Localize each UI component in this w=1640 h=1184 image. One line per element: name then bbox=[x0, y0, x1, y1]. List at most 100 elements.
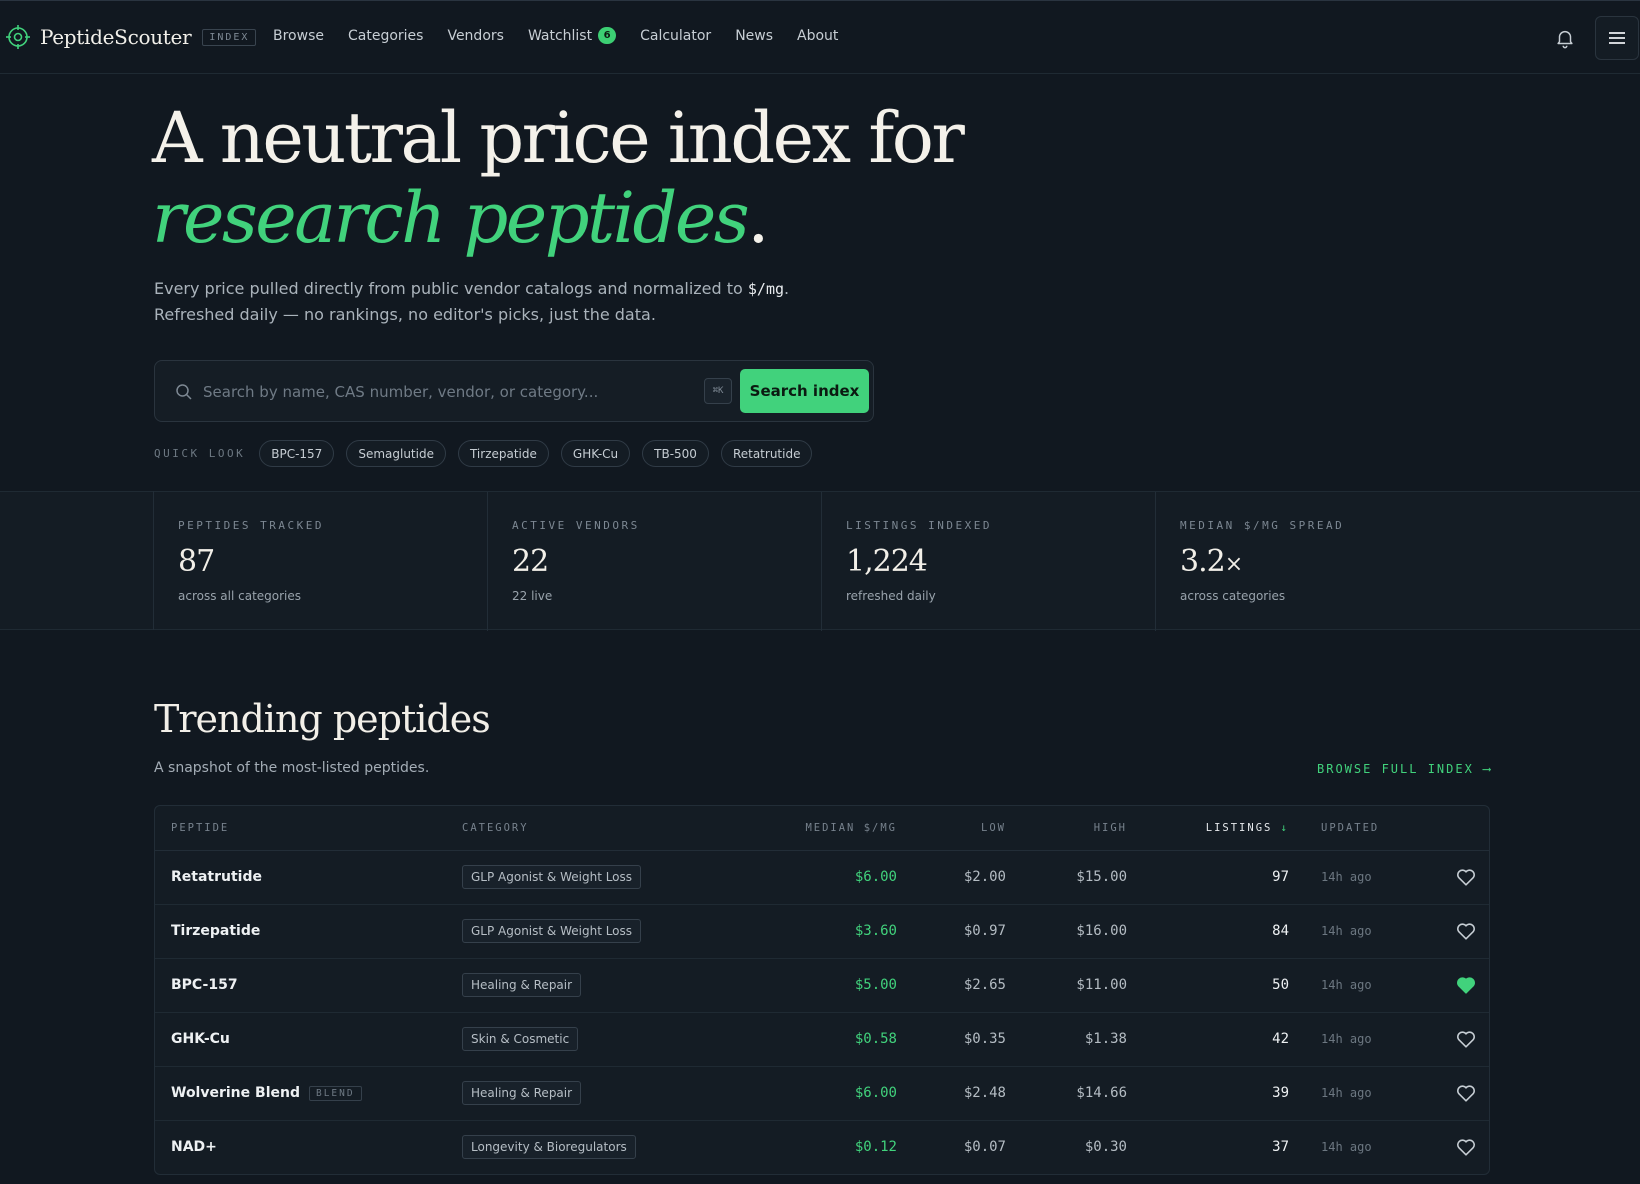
low-price: $2.00 bbox=[963, 869, 1006, 885]
category-tag[interactable]: GLP Agonist & Weight Loss bbox=[462, 865, 642, 889]
peptide-name-label: BPC-157 bbox=[171, 977, 238, 993]
category-tag[interactable]: Healing & Repair bbox=[462, 1081, 582, 1105]
nav-categories[interactable]: Categories bbox=[348, 27, 423, 44]
col-listings-label: LISTINGS bbox=[1205, 822, 1273, 834]
hero-sub-part1: Every price pulled directly from public … bbox=[154, 279, 748, 298]
listings-count: 50 bbox=[1272, 977, 1289, 993]
quick-chip-retatrutide[interactable]: Retatrutide bbox=[720, 440, 813, 467]
stat-sub: across categories bbox=[1180, 589, 1286, 603]
col-low[interactable]: LOW bbox=[981, 822, 1006, 834]
hero-title-accent: research peptides bbox=[152, 177, 750, 259]
stat-median-spread: MEDIAN $/MG SPREAD 3.2× across categorie… bbox=[1156, 492, 1490, 631]
trending-table: PEPTIDE CATEGORY MEDIAN $/MG LOW HIGH LI… bbox=[154, 805, 1490, 1175]
median-price: $6.00 bbox=[854, 1085, 897, 1101]
heart-icon[interactable] bbox=[1455, 866, 1477, 888]
stat-sub: 22 live bbox=[512, 589, 553, 603]
peptide-name-label: NAD+ bbox=[171, 1139, 217, 1155]
col-median[interactable]: MEDIAN $/MG bbox=[805, 822, 897, 834]
hero-subtitle: Every price pulled directly from public … bbox=[154, 276, 914, 328]
listings-count: 42 bbox=[1272, 1031, 1289, 1047]
stat-sub: refreshed daily bbox=[846, 589, 936, 603]
nav-watchlist[interactable]: Watchlist 6 bbox=[528, 27, 617, 44]
quick-look: QUICK LOOK BPC-157 Semaglutide Tirzepati… bbox=[154, 440, 824, 467]
quick-chip-tirzepatide[interactable]: Tirzepatide bbox=[457, 440, 549, 467]
heart-icon[interactable] bbox=[1455, 1028, 1477, 1050]
hero-sub-line2: Refreshed daily — no rankings, no editor… bbox=[154, 305, 656, 324]
stat-label: MEDIAN $/MG SPREAD bbox=[1180, 519, 1345, 532]
heart-icon[interactable] bbox=[1455, 974, 1477, 996]
table-row[interactable]: BPC-157 Healing & Repair $5.00 $2.65 $11.00 5… bbox=[155, 959, 1489, 1013]
peptide-name[interactable]: NAD+ bbox=[171, 1139, 217, 1155]
peptide-name-label: Tirzepatide bbox=[171, 923, 261, 939]
quick-chip-semaglutide[interactable]: Semaglutide bbox=[346, 440, 446, 467]
nav-about[interactable]: About bbox=[797, 27, 838, 44]
table-row[interactable]: NAD+ Longevity & Bioregulators $0.12 $0.07 $… bbox=[155, 1121, 1489, 1174]
stat-value: 22 bbox=[512, 544, 549, 579]
updated-time: 14h ago bbox=[1321, 978, 1372, 992]
search-icon bbox=[176, 384, 192, 400]
peptide-name[interactable]: Retatrutide bbox=[171, 869, 262, 885]
category-tag[interactable]: Longevity & Bioregulators bbox=[462, 1135, 636, 1159]
col-updated[interactable]: UPDATED bbox=[1321, 822, 1379, 834]
hero-sub-part2: . bbox=[784, 279, 790, 298]
heart-icon[interactable] bbox=[1455, 1082, 1477, 1104]
brand-name: PeptideScouter bbox=[40, 25, 192, 49]
peptide-name[interactable]: Wolverine Blend BLEND bbox=[171, 1085, 362, 1101]
listings-count: 37 bbox=[1272, 1139, 1289, 1155]
col-peptide[interactable]: PEPTIDE bbox=[171, 822, 229, 834]
low-price: $0.07 bbox=[963, 1139, 1006, 1155]
watchlist-count-badge: 6 bbox=[598, 27, 617, 44]
quick-chip-tb-500[interactable]: TB-500 bbox=[642, 440, 709, 467]
search-index-button[interactable]: Search index bbox=[740, 369, 869, 413]
trending-subtitle: A snapshot of the most-listed peptides. bbox=[154, 760, 430, 776]
category-tag[interactable]: Skin & Cosmetic bbox=[462, 1027, 579, 1051]
high-price: $14.66 bbox=[1076, 1085, 1127, 1101]
updated-time: 14h ago bbox=[1321, 924, 1372, 938]
peptide-name[interactable]: BPC-157 bbox=[171, 977, 238, 993]
updated-time: 14h ago bbox=[1321, 1140, 1372, 1154]
table-row[interactable]: Retatrutide GLP Agonist & Weight Loss $6.0… bbox=[155, 851, 1489, 905]
hero-sub-code: $/mg bbox=[747, 280, 785, 298]
stat-label: PEPTIDES TRACKED bbox=[178, 519, 324, 532]
hero-title-dot: . bbox=[747, 177, 769, 259]
search-bar: ⌘K Search index bbox=[154, 360, 874, 422]
menu-button[interactable] bbox=[1595, 16, 1639, 60]
peptide-name[interactable]: GHK-Cu bbox=[171, 1031, 230, 1047]
col-listings[interactable]: LISTINGS ↓ bbox=[1206, 822, 1289, 834]
table-row[interactable]: GHK-Cu Skin & Cosmetic $0.58 $0.35 $1.38 42 14… bbox=[155, 1013, 1489, 1067]
updated-time: 14h ago bbox=[1321, 1086, 1372, 1100]
stat-peptides-tracked: PEPTIDES TRACKED 87 across all categorie… bbox=[154, 492, 488, 631]
table-row[interactable]: Tirzepatide GLP Agonist & Weight Loss $3.6… bbox=[155, 905, 1489, 959]
col-high[interactable]: HIGH bbox=[1094, 822, 1127, 834]
nav-browse[interactable]: Browse bbox=[273, 27, 324, 44]
browse-full-index-link[interactable]: BROWSE FULL INDEX ⟶ bbox=[1317, 762, 1492, 776]
heart-icon[interactable] bbox=[1455, 1136, 1477, 1158]
peptide-name-label: Wolverine Blend bbox=[171, 1085, 300, 1101]
high-price: $16.00 bbox=[1076, 923, 1127, 939]
peptide-name[interactable]: Tirzepatide bbox=[171, 923, 260, 939]
low-price: $2.48 bbox=[963, 1085, 1006, 1101]
quick-chip-ghk-cu[interactable]: GHK-Cu bbox=[560, 440, 631, 467]
median-price: $6.00 bbox=[854, 869, 897, 885]
nav-calculator[interactable]: Calculator bbox=[640, 27, 711, 44]
table-row[interactable]: Wolverine Blend BLEND Healing & Repair $6.0… bbox=[155, 1067, 1489, 1121]
category-tag[interactable]: GLP Agonist & Weight Loss bbox=[462, 919, 642, 943]
bell-icon[interactable] bbox=[1554, 27, 1576, 49]
median-price: $3.60 bbox=[854, 923, 897, 939]
quick-chip-bpc-157[interactable]: BPC-157 bbox=[259, 440, 335, 467]
high-price: $11.00 bbox=[1076, 977, 1127, 993]
nav-vendors[interactable]: Vendors bbox=[447, 27, 503, 44]
listings-count: 84 bbox=[1272, 923, 1289, 939]
category-tag[interactable]: Healing & Repair bbox=[462, 973, 582, 997]
updated-time: 14h ago bbox=[1321, 1032, 1372, 1046]
stat-value: 1,224 bbox=[846, 544, 928, 579]
col-category[interactable]: CATEGORY bbox=[462, 822, 529, 834]
nav-news[interactable]: News bbox=[735, 27, 773, 44]
low-price: $2.65 bbox=[963, 977, 1006, 993]
stat-sub: across all categories bbox=[178, 589, 302, 603]
listings-count: 39 bbox=[1272, 1085, 1289, 1101]
search-input[interactable] bbox=[203, 375, 703, 409]
logo[interactable]: PeptideScouter INDEX bbox=[6, 25, 257, 49]
stat-label: LISTINGS INDEXED bbox=[846, 519, 992, 532]
heart-icon[interactable] bbox=[1455, 920, 1477, 942]
